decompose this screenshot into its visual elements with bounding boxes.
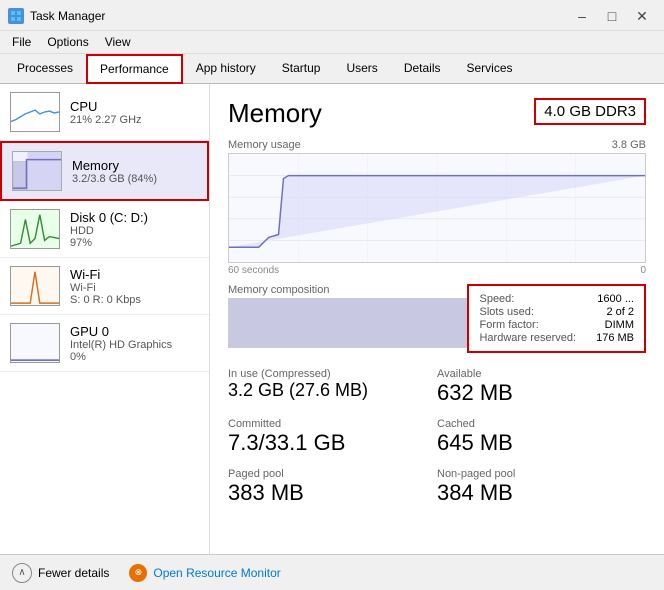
panel-title: Memory: [228, 98, 322, 129]
cpu-detail: 21% 2.27 GHz: [70, 114, 142, 126]
sidebar-item-gpu[interactable]: GPU 0 Intel(R) HD Graphics 0%: [0, 315, 209, 372]
chart-label-row: Memory usage 3.8 GB: [228, 139, 646, 153]
committed-value: 7.3/33.1 GB: [228, 430, 437, 456]
wifi-thumbnail: [10, 266, 60, 306]
wifi-name: Wi-Fi: [70, 267, 141, 282]
gpu-usage: 0%: [70, 351, 172, 363]
fewer-details-label: Fewer details: [38, 566, 109, 580]
hw-row: Hardware reserved: 176 MB: [479, 332, 634, 344]
chevron-up-icon: ∧: [12, 563, 32, 583]
resource-monitor-icon: ⊗: [129, 564, 147, 582]
cached-label: Cached: [437, 418, 646, 430]
memory-type-badge: 4.0 GB DDR3: [534, 98, 646, 125]
memory-detail: 3.2/3.8 GB (84%): [72, 173, 157, 185]
form-value: DIMM: [605, 319, 634, 331]
disk-type: HDD: [70, 225, 148, 237]
open-monitor-label: Open Resource Monitor: [153, 566, 280, 580]
sidebar-item-disk[interactable]: Disk 0 (C: D:) HDD 97%: [0, 201, 209, 258]
tab-bar: Processes Performance App history Startu…: [0, 54, 664, 84]
tab-performance[interactable]: Performance: [86, 54, 183, 84]
tab-details[interactable]: Details: [391, 54, 454, 84]
time-left-label: 60 seconds: [228, 265, 279, 276]
slots-value: 2 of 2: [606, 306, 634, 318]
speed-label: Speed:: [479, 293, 514, 305]
memory-usage-chart: [228, 153, 646, 263]
tab-services[interactable]: Services: [454, 54, 526, 84]
menu-view[interactable]: View: [97, 33, 139, 51]
title-text: Task Manager: [30, 9, 105, 23]
fewer-details-button[interactable]: ∧ Fewer details: [12, 563, 109, 583]
gpu-thumbnail: [10, 323, 60, 363]
main-content: CPU 21% 2.27 GHz Memory 3.2/3.8 GB (84%): [0, 84, 664, 586]
sidebar-item-cpu[interactable]: CPU 21% 2.27 GHz: [0, 84, 209, 141]
right-panel: Memory 4.0 GB DDR3 Memory usage 3.8 GB: [210, 84, 664, 586]
sidebar-item-wifi[interactable]: Wi-Fi Wi-Fi S: 0 R: 0 Kbps: [0, 258, 209, 315]
close-button[interactable]: ✕: [628, 6, 656, 26]
memory-thumbnail: [12, 151, 62, 191]
cpu-thumbnail: [10, 92, 60, 132]
chart-max-label: 3.8 GB: [612, 139, 646, 151]
memory-name: Memory: [72, 158, 157, 173]
wifi-speed: S: 0 R: 0 Kbps: [70, 294, 141, 306]
hw-label: Hardware reserved:: [479, 332, 576, 344]
time-labels: 60 seconds 0: [228, 265, 646, 276]
stat-available: Available 632 MB: [437, 362, 646, 412]
gpu-model: Intel(R) HD Graphics: [70, 339, 172, 351]
disk-name: Disk 0 (C: D:): [70, 210, 148, 225]
time-right-label: 0: [640, 265, 646, 276]
hw-value: 176 MB: [596, 332, 634, 344]
disk-usage: 97%: [70, 237, 148, 249]
speed-value: 1600 ...: [597, 293, 634, 305]
tab-processes[interactable]: Processes: [4, 54, 86, 84]
maximize-button[interactable]: □: [598, 6, 626, 26]
cached-value: 645 MB: [437, 430, 646, 456]
stat-cached: Cached 645 MB: [437, 412, 646, 462]
stats-grid: In use (Compressed) 3.2 GB (27.6 MB) Ava…: [228, 362, 646, 512]
slots-label: Slots used:: [479, 306, 533, 318]
available-value: 632 MB: [437, 380, 646, 406]
memory-info-box: Speed: 1600 ... Slots used: 2 of 2 Form …: [467, 284, 646, 353]
tab-startup[interactable]: Startup: [269, 54, 334, 84]
menu-options[interactable]: Options: [39, 33, 96, 51]
stat-paged: Paged pool 383 MB: [228, 462, 437, 512]
chart-label: Memory usage: [228, 139, 301, 151]
tab-apphistory[interactable]: App history: [183, 54, 269, 84]
paged-value: 383 MB: [228, 480, 437, 506]
open-resource-monitor-button[interactable]: ⊗ Open Resource Monitor: [129, 564, 280, 582]
window-controls: – □ ✕: [568, 6, 656, 26]
minimize-button[interactable]: –: [568, 6, 596, 26]
paged-label: Paged pool: [228, 468, 437, 480]
committed-label: Committed: [228, 418, 437, 430]
form-row: Form factor: DIMM: [479, 319, 634, 331]
bottom-bar: ∧ Fewer details ⊗ Open Resource Monitor: [0, 554, 664, 590]
sidebar-item-memory[interactable]: Memory 3.2/3.8 GB (84%): [0, 141, 209, 201]
title-bar: Task Manager – □ ✕: [0, 0, 664, 31]
slots-row: Slots used: 2 of 2: [479, 306, 634, 318]
in-use-value: 3.2 GB (27.6 MB): [228, 380, 437, 401]
menu-bar: File Options View: [0, 31, 664, 54]
menu-file[interactable]: File: [4, 33, 39, 51]
speed-row: Speed: 1600 ...: [479, 293, 634, 305]
stat-committed: Committed 7.3/33.1 GB: [228, 412, 437, 462]
nonpaged-label: Non-paged pool: [437, 468, 646, 480]
sidebar: CPU 21% 2.27 GHz Memory 3.2/3.8 GB (84%): [0, 84, 210, 586]
stat-in-use: In use (Compressed) 3.2 GB (27.6 MB): [228, 362, 437, 412]
form-label: Form factor:: [479, 319, 538, 331]
tab-users[interactable]: Users: [333, 54, 390, 84]
gpu-name: GPU 0: [70, 324, 172, 339]
in-use-label: In use (Compressed): [228, 368, 437, 380]
nonpaged-value: 384 MB: [437, 480, 646, 506]
available-label: Available: [437, 368, 646, 380]
stat-nonpaged: Non-paged pool 384 MB: [437, 462, 646, 512]
wifi-type: Wi-Fi: [70, 282, 141, 294]
title-bar-left: Task Manager: [8, 8, 105, 24]
app-icon: [8, 8, 24, 24]
disk-thumbnail: [10, 209, 60, 249]
cpu-name: CPU: [70, 99, 142, 114]
panel-header: Memory 4.0 GB DDR3: [228, 98, 646, 129]
